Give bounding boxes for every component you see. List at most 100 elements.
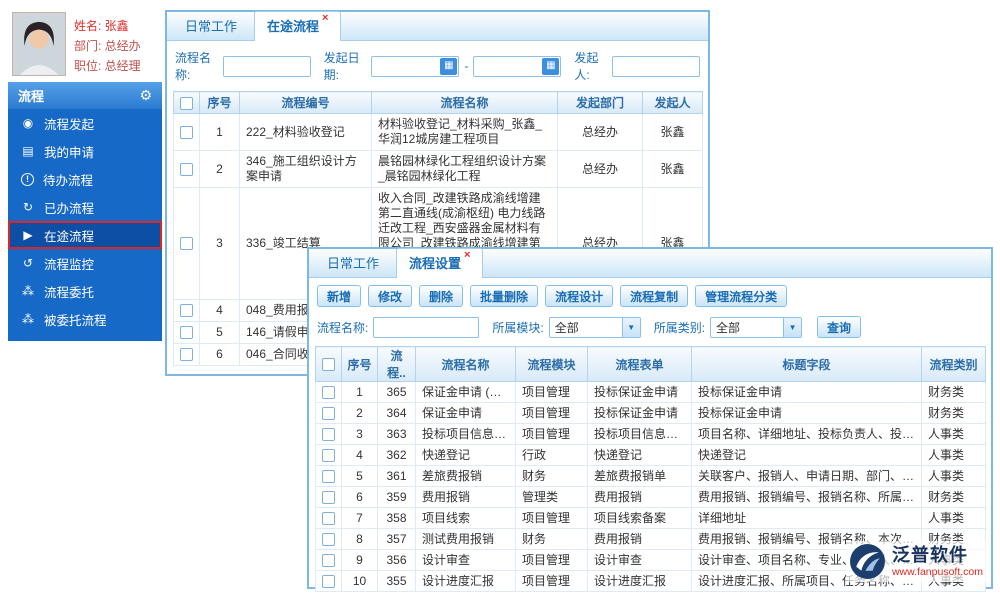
- table-row[interactable]: 1 222_材料验收登记 材料验收登记_材料采购_张鑫_华润12城房建工程项目 …: [173, 113, 703, 151]
- sidebar-section-header: 流程 ⚙: [8, 82, 162, 109]
- toolbar-button[interactable]: 新增: [317, 285, 362, 307]
- sidebar-item[interactable]: ⁂ 被委托流程: [8, 305, 162, 333]
- tab-label: 流程设置: [409, 256, 462, 271]
- table-row[interactable]: 1 365 保证金申请 (副本) 项目管理 投标保证金申请 投标保证金申请 财务…: [315, 381, 986, 403]
- table-row[interactable]: 2 364 保证金申请 项目管理 投标保证金申请 投标保证金申请 财务类: [315, 402, 986, 424]
- toolbar-button[interactable]: 删除: [419, 285, 464, 307]
- cell-no: 5: [199, 321, 240, 344]
- tab-close-icon[interactable]: ×: [464, 249, 470, 268]
- sidebar-item[interactable]: ▤ 我的申请: [8, 137, 162, 165]
- column-header[interactable]: 流程..: [377, 346, 416, 382]
- module-label: 所属模块:: [492, 320, 544, 335]
- row-checkbox[interactable]: [180, 237, 193, 251]
- cell-title-field: 项目名称、详细地址、投标负责人、投标日期: [691, 423, 922, 445]
- sidebar-item-label: 被委托流程: [44, 313, 107, 328]
- row-checkbox[interactable]: [180, 326, 193, 340]
- row-checkbox[interactable]: [322, 385, 335, 399]
- column-header[interactable]: 流程表单: [587, 346, 692, 382]
- table-row[interactable]: 2 346_施工组织设计方案申请 晨铭园林绿化工程组织设计方案_晨铭园林绿化工程…: [173, 150, 703, 188]
- menu-icon: ◉: [22, 116, 34, 130]
- calendar-icon[interactable]: ▦: [542, 57, 560, 75]
- row-checkbox[interactable]: [180, 162, 193, 176]
- column-header[interactable]: 流程名称: [371, 91, 558, 114]
- process-name-input[interactable]: [373, 316, 480, 338]
- tab[interactable]: 日常工作: [173, 12, 252, 40]
- table-row[interactable]: 6 359 费用报销 管理类 费用报销 费用报销、报销编号、报销名称、所属项目 …: [315, 486, 986, 508]
- cell-title-field: 详细地址: [691, 507, 922, 529]
- cell-module: 项目管理: [515, 507, 588, 529]
- tab[interactable]: 日常工作: [315, 249, 394, 277]
- process-name-input[interactable]: [222, 55, 311, 77]
- row-checkbox[interactable]: [322, 427, 335, 441]
- row-checkbox[interactable]: [322, 574, 335, 588]
- column-header[interactable]: 发起人: [642, 91, 703, 114]
- cell-no: 1: [341, 381, 378, 403]
- column-header[interactable]: 流程编号: [239, 91, 372, 114]
- toolbar-button[interactable]: 修改: [368, 285, 413, 307]
- tab-label: 日常工作: [327, 256, 380, 271]
- initiator-input[interactable]: [612, 55, 700, 77]
- chevron-down-icon[interactable]: ▼: [783, 317, 802, 337]
- sidebar-item[interactable]: ◉ 流程发起: [8, 109, 162, 137]
- chevron-down-icon[interactable]: ▼: [621, 317, 640, 337]
- sidebar-item[interactable]: ! 待办流程: [8, 165, 162, 193]
- row-checkbox[interactable]: [180, 348, 193, 362]
- settings-gear-icon[interactable]: ⚙: [139, 87, 152, 104]
- process-settings-window: 日常工作 流程设置 × 新增 修改 删除 批量删除 流程设计 流程复制 管理流程…: [307, 247, 993, 592]
- toolbar-button[interactable]: 管理流程分类: [695, 285, 788, 307]
- row-checkbox[interactable]: [322, 448, 335, 462]
- cell-module: 项目管理: [515, 381, 588, 403]
- column-header[interactable]: 流程名称: [415, 346, 516, 382]
- sidebar-item[interactable]: ▶ 在途流程: [8, 221, 162, 249]
- row-checkbox[interactable]: [322, 469, 335, 483]
- cell-process-code: 357: [377, 528, 416, 550]
- toolbar-button[interactable]: 批量删除: [470, 285, 539, 307]
- win2-toolbar: 新增 修改 删除 批量删除 流程设计 流程复制 管理流程分类: [309, 278, 991, 311]
- cell-process-code: 358: [377, 507, 416, 529]
- column-header[interactable]: 流程类别: [921, 346, 986, 382]
- column-header[interactable]: 发起部门: [557, 91, 643, 114]
- date-separator: -: [464, 59, 469, 73]
- process-name-label: 流程名称:: [317, 320, 369, 335]
- column-header[interactable]: 序号: [341, 346, 378, 382]
- cell-no: 1: [199, 113, 240, 151]
- row-checkbox[interactable]: [180, 125, 193, 139]
- cell-process-name: 设计审查: [415, 549, 516, 571]
- table-row[interactable]: 7 358 项目线索 项目管理 项目线索备案 详细地址 人事类: [315, 507, 986, 529]
- row-checkbox[interactable]: [322, 553, 335, 567]
- tab-close-icon[interactable]: ×: [322, 12, 328, 31]
- module-select[interactable]: 全部 ▼: [548, 316, 641, 338]
- row-checkbox[interactable]: [322, 511, 335, 525]
- cell-title-field: 投标保证金申请: [691, 381, 922, 403]
- sidebar-item[interactable]: ⁂ 流程委托: [8, 277, 162, 305]
- row-checkbox[interactable]: [322, 406, 335, 420]
- cell-process-name: 投标项目信息登记: [415, 423, 516, 445]
- table-row[interactable]: 5 361 差旅费报销 财务 差旅费报销单 关联客户、报销人、申请日期、部门、报…: [315, 465, 986, 487]
- select-all-checkbox[interactable]: [322, 358, 335, 372]
- cell-process-name: 测试费用报销: [415, 528, 516, 550]
- calendar-icon[interactable]: ▦: [440, 57, 458, 75]
- tab[interactable]: 在途流程 ×: [254, 11, 342, 41]
- table-row[interactable]: 3 363 投标项目信息登记 项目管理 投标项目信息登记 项目名称、详细地址、投…: [315, 423, 986, 445]
- sidebar-item-label: 待办流程: [43, 173, 94, 188]
- win2-tabbar: 日常工作 流程设置 ×: [309, 248, 991, 278]
- select-all-checkbox[interactable]: [180, 96, 193, 110]
- table-row[interactable]: 4 362 快递登记 行政 快递登记 快递登记 人事类: [315, 444, 986, 466]
- row-checkbox[interactable]: [180, 304, 193, 318]
- column-header[interactable]: 流程模块: [515, 346, 588, 382]
- category-select[interactable]: 全部 ▼: [710, 316, 803, 338]
- toolbar-button[interactable]: 流程复制: [620, 285, 689, 307]
- column-header[interactable]: 序号: [199, 91, 240, 114]
- sidebar-item[interactable]: ↻ 已办流程: [8, 193, 162, 221]
- sidebar-item[interactable]: ↺ 流程监控: [8, 249, 162, 277]
- toolbar-button[interactable]: 流程设计: [545, 285, 614, 307]
- start-date-label: 发起日期:: [323, 51, 360, 82]
- cell-process-code: 361: [377, 465, 416, 487]
- column-header[interactable]: 标题字段: [691, 346, 922, 382]
- cell-process-name: 快递登记: [415, 444, 516, 466]
- tab[interactable]: 流程设置 ×: [396, 248, 484, 278]
- row-checkbox[interactable]: [322, 532, 335, 546]
- row-checkbox[interactable]: [322, 490, 335, 504]
- brand-url[interactable]: www.fanpusoft.com: [892, 566, 983, 578]
- query-button[interactable]: 查询: [817, 316, 862, 338]
